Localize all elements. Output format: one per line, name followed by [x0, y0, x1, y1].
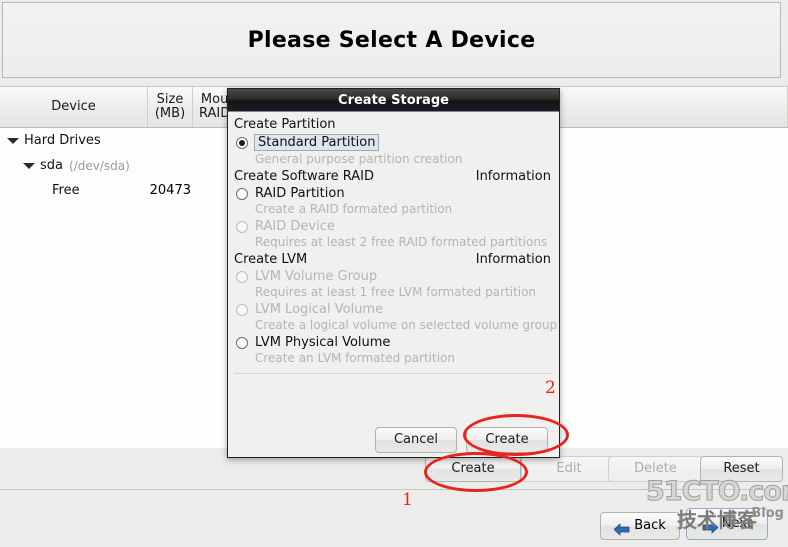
radio-label: LVM Volume Group	[255, 269, 378, 284]
row-device-name: Hard Drives	[24, 133, 101, 148]
section-header-create-software-raid: Create Software RAID Information	[228, 168, 559, 185]
section-header-create-partition: Create Partition	[228, 116, 559, 133]
delete-button: Delete	[608, 456, 703, 482]
radio-description: Create an LVM formated partition	[255, 351, 455, 365]
row-device-name: sda	[40, 158, 63, 173]
create-button[interactable]: Create	[425, 456, 521, 482]
column-header-device[interactable]: Device	[0, 87, 148, 127]
radio-description: Create a logical volume on selected volu…	[255, 318, 558, 332]
create-storage-dialog: Create Storage Create Partition Standard…	[227, 88, 560, 458]
column-header-device-label: Device	[51, 99, 96, 115]
column-header-size-line2: (MB)	[154, 106, 186, 121]
radio-option-raid-device: RAID Device	[228, 218, 559, 235]
dialog-create-button[interactable]: Create	[466, 427, 548, 453]
section-header-create-lvm: Create LVM Information	[228, 251, 559, 268]
section-title: Create Partition	[234, 117, 336, 132]
radio-description: Requires at least 2 free RAID formated p…	[255, 235, 548, 249]
back-button-label: Back	[634, 518, 666, 533]
radio-description: Requires at least 1 free LVM formated pa…	[255, 285, 537, 299]
radio-description: Create a RAID formated partition	[255, 202, 453, 216]
radio-icon[interactable]	[236, 136, 248, 149]
dialog-cancel-button[interactable]: Cancel	[375, 427, 457, 453]
radio-icon	[236, 220, 248, 233]
radio-label: RAID Partition	[255, 186, 345, 201]
radio-icon	[236, 303, 248, 316]
arrow-left-icon	[613, 520, 630, 536]
row-device-cell: Hard Drives	[0, 133, 148, 148]
radio-icon[interactable]	[236, 336, 248, 349]
next-button[interactable]: Next	[686, 508, 768, 540]
dialog-button-row: Cancel Create	[228, 427, 559, 453]
radio-description: General purpose partition creation	[255, 152, 463, 166]
row-device-name: Free	[52, 183, 80, 198]
dialog-separator	[234, 373, 553, 374]
page-title: Please Select A Device	[247, 27, 536, 53]
section-title: Create LVM	[234, 252, 308, 267]
annotation-number-2: 2	[545, 378, 556, 398]
arrow-right-icon	[702, 518, 719, 534]
next-button-label: Next	[721, 516, 753, 531]
back-button[interactable]: Back	[600, 512, 680, 540]
expander-triangle-down-icon[interactable]	[6, 134, 19, 147]
radio-label: LVM Physical Volume	[255, 335, 391, 350]
header-panel: Please Select A Device	[2, 2, 781, 78]
radio-option-raid-partition[interactable]: RAID Partition	[228, 185, 559, 202]
section-information-link[interactable]: Information	[476, 169, 551, 184]
radio-option-lvm-volume-group: LVM Volume Group	[228, 268, 559, 285]
radio-label: Standard Partition	[254, 134, 380, 151]
expander-triangle-down-icon[interactable]	[22, 159, 35, 172]
edit-button: Edit	[521, 456, 617, 482]
dialog-title: Create Storage	[338, 92, 449, 108]
column-header-size[interactable]: Size (MB)	[148, 87, 193, 127]
section-information-link[interactable]: Information	[476, 252, 551, 267]
row-device-cell: Free	[0, 183, 148, 198]
annotation-number-1: 1	[402, 490, 413, 510]
column-header-mountpoint-line2: RAID	[199, 106, 231, 121]
radio-option-lvm-physical-volume[interactable]: LVM Physical Volume	[228, 334, 559, 351]
radio-option-lvm-logical-volume: LVM Logical Volume	[228, 301, 559, 318]
row-device-cell: sda (/dev/sda)	[0, 158, 148, 173]
radio-icon[interactable]	[236, 187, 248, 200]
radio-label: LVM Logical Volume	[255, 302, 384, 317]
row-device-path: (/dev/sda)	[69, 158, 130, 173]
row-size-cell: 20473	[149, 183, 191, 198]
radio-option-standard-partition[interactable]: Standard Partition	[228, 133, 559, 152]
section-title: Create Software RAID	[234, 169, 375, 184]
dialog-titlebar: Create Storage	[228, 89, 559, 112]
dialog-body: Create Partition Standard Partition Gene…	[228, 112, 559, 459]
radio-icon	[236, 270, 248, 283]
radio-label: RAID Device	[255, 219, 335, 234]
reset-button[interactable]: Reset	[700, 456, 783, 482]
